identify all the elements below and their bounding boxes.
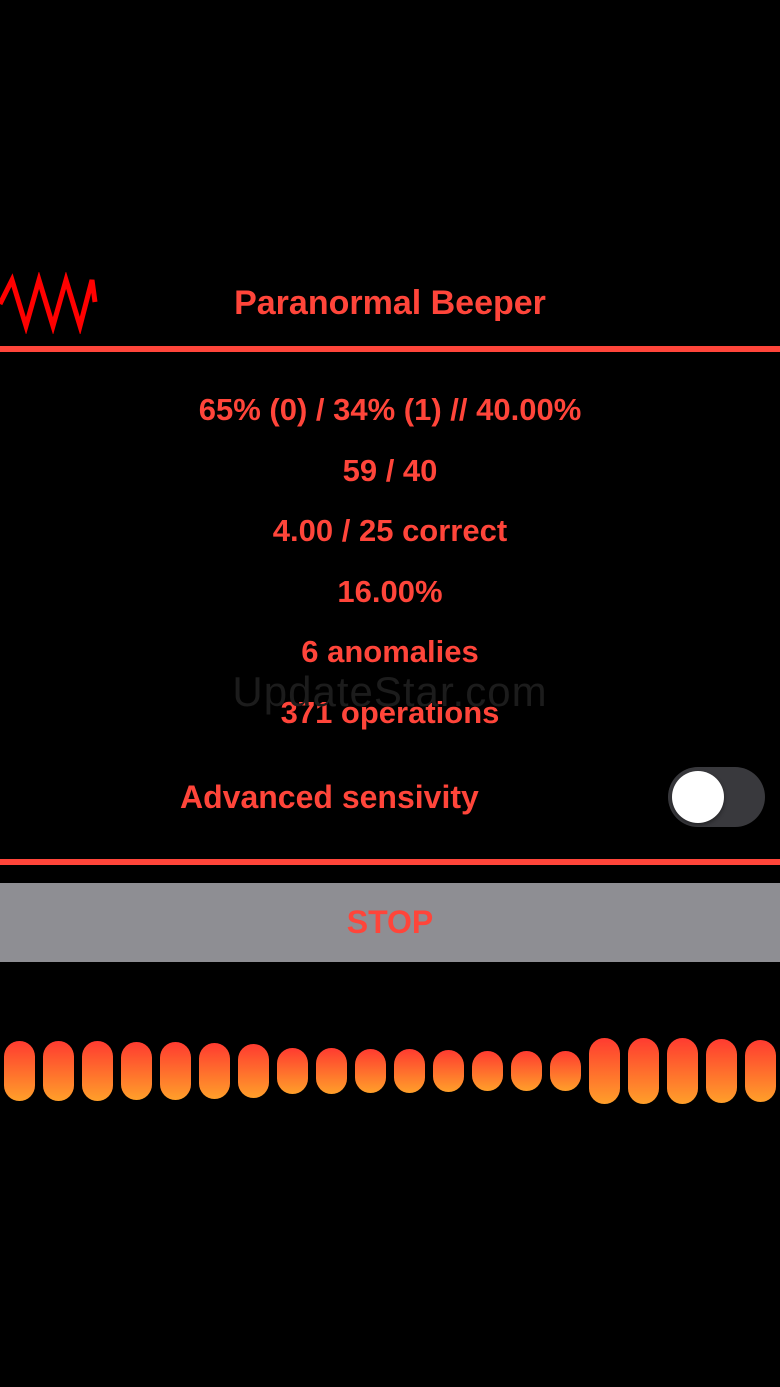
anomalies-count: 6 anomalies	[301, 634, 479, 669]
count-ratio: 59 / 40	[342, 452, 438, 488]
meter-bar	[745, 1040, 776, 1102]
meter-bar	[82, 1041, 113, 1101]
meter-bar	[394, 1049, 425, 1093]
divider-top	[0, 346, 780, 352]
divider-bottom	[0, 859, 780, 865]
meter-bar	[199, 1043, 230, 1099]
meter-bar	[589, 1038, 620, 1104]
advanced-sensitivity-toggle[interactable]	[668, 767, 765, 827]
meter-bar	[43, 1041, 74, 1101]
page-title: Paranormal Beeper	[234, 284, 546, 322]
meter-bar	[472, 1051, 503, 1091]
correct-count: 4.00 / 25 correct	[272, 513, 508, 548]
advanced-sensitivity-label: Advanced sensivity	[180, 779, 479, 815]
meter-bar	[4, 1041, 35, 1101]
meter-bar	[667, 1038, 698, 1104]
level-meter	[0, 1030, 780, 1120]
meter-bar	[550, 1051, 581, 1091]
meter-bar	[160, 1042, 191, 1100]
success-percentage: 16.00%	[337, 573, 443, 609]
meter-bar	[238, 1044, 269, 1098]
meter-bar	[706, 1039, 737, 1103]
operations-count: 371 operations	[280, 694, 500, 730]
meter-bar	[628, 1038, 659, 1104]
meter-bar	[277, 1048, 308, 1094]
toggle-knob	[672, 771, 724, 823]
meter-bar	[433, 1050, 464, 1092]
stop-button[interactable]: STOP	[0, 883, 780, 962]
meter-bar	[355, 1049, 386, 1093]
probability-summary: 65% (0) / 34% (1) // 40.00%	[198, 392, 582, 427]
meter-bar	[511, 1051, 542, 1091]
stats-panel: 65% (0) / 34% (1) // 40.00% 59 / 40 4.00…	[0, 380, 780, 743]
meter-bar	[121, 1042, 152, 1100]
meter-bar	[316, 1048, 347, 1094]
